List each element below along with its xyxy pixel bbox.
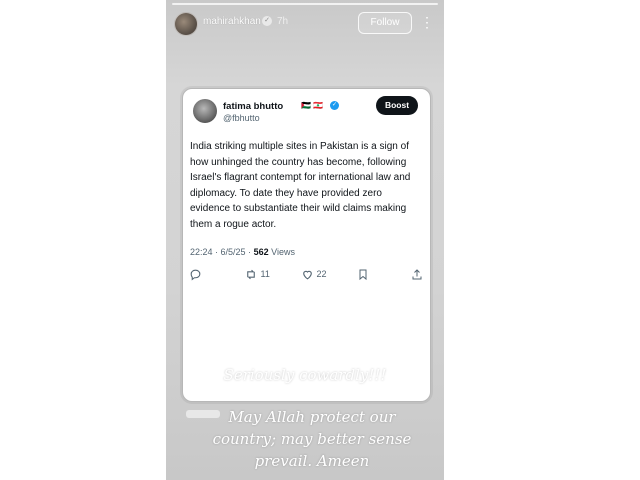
tweet-avatar[interactable] — [193, 99, 217, 123]
bookmark-action[interactable] — [357, 267, 369, 281]
reply-action[interactable] — [189, 267, 202, 281]
share-action[interactable] — [411, 267, 423, 281]
like-count: 22 — [316, 269, 327, 279]
tweet-meta: 22:24 · 6/5/25 · 562 Views — [190, 247, 295, 257]
retweet-count: 11 — [260, 269, 270, 279]
story-username[interactable]: mahirahkhan — [203, 16, 261, 27]
tweet-display-name[interactable]: fatima bhutto — [223, 101, 283, 112]
tweet-handle[interactable]: @fbhutto — [223, 113, 260, 123]
retweet-icon — [247, 269, 255, 280]
tweet-verified-icon: ✓ — [330, 101, 339, 110]
tweet-views-label: Views — [271, 247, 295, 257]
story-progress-bar — [172, 3, 438, 5]
tweet-name-flags: 🇵🇸 🇱🇧 — [301, 101, 324, 110]
story-caption-bottom: May Allah protect our country; may bette… — [212, 408, 412, 470]
story-caption-top: Seriously cowardly!!! — [223, 366, 387, 384]
verified-badge-icon: ✓ — [262, 16, 272, 26]
boost-button[interactable]: Boost — [376, 96, 418, 115]
tweet-timestamp: 22:24 · 6/5/25 · — [190, 247, 252, 257]
retweet-action[interactable]: 11 — [244, 267, 270, 281]
like-action[interactable]: 22 — [301, 267, 327, 281]
more-options-icon[interactable]: ⋮ — [420, 12, 434, 32]
share-icon — [412, 269, 422, 280]
heart-icon — [303, 270, 312, 280]
story-header: mahirahkhan ✓ 7h Follow ⋮ — [166, 8, 444, 36]
tweet-actions: 11 22 — [189, 267, 425, 281]
reply-icon — [190, 269, 201, 281]
bookmark-icon — [359, 269, 367, 281]
story-avatar[interactable] — [174, 12, 198, 36]
tweet-views-count: 562 — [253, 247, 269, 257]
embedded-tweet-card: fatima bhutto 🇵🇸 🇱🇧 ✓ @fbhutto Boost Ind… — [182, 88, 431, 402]
story-time: 7h — [277, 16, 289, 27]
tweet-text: India striking multiple sites in Pakista… — [190, 141, 411, 230]
story-viewer: mahirahkhan ✓ 7h Follow ⋮ fatima bhutto … — [166, 0, 444, 480]
follow-button[interactable]: Follow — [358, 12, 412, 34]
